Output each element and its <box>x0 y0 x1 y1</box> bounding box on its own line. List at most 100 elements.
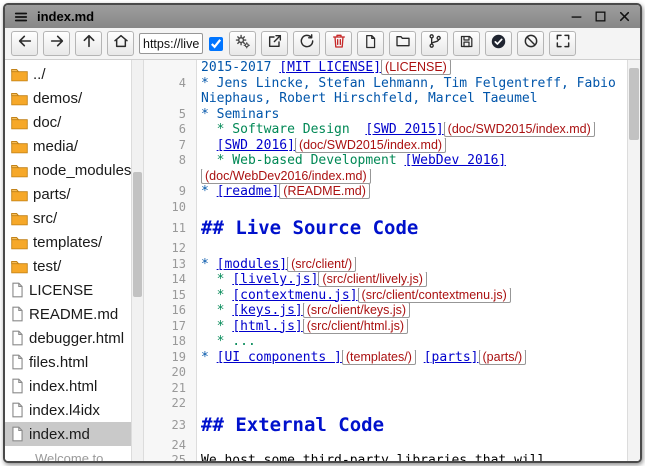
editor-line-9[interactable]: 9* [readme](README.md) <box>144 184 627 200</box>
line-number: 7 <box>144 138 196 154</box>
editor-line-23[interactable]: 23## External Code <box>144 412 627 438</box>
home-button[interactable] <box>107 31 134 56</box>
menu-icon[interactable] <box>14 10 28 24</box>
accept-button[interactable] <box>485 31 512 56</box>
sidebar-item-test[interactable]: test/ <box>5 254 131 278</box>
markdown-link[interactable]: [keys.js] <box>232 303 302 318</box>
editor-line-wrap[interactable]: (doc/WebDev2016/index.md) <box>144 169 627 185</box>
folder-icon <box>11 187 28 202</box>
close-button[interactable] <box>618 10 631 23</box>
markdown-link[interactable]: [parts] <box>424 350 479 365</box>
markdown-link[interactable]: [SWD 2016] <box>217 138 295 153</box>
editor-line-6[interactable]: 6 * Software Design [SWD 2015](doc/SWD20… <box>144 122 627 138</box>
code-text <box>196 381 201 397</box>
sidebar-item-debugger-html[interactable]: debugger.html <box>5 326 131 350</box>
sidebar-item-readme-md[interactable]: README.md <box>5 302 131 326</box>
markdown-link[interactable]: [contextmenu.js] <box>232 288 357 303</box>
editor-line-7[interactable]: 7 [SWD 2016](doc/SWD2015/index.md) <box>144 138 627 154</box>
editor-line-22[interactable]: 22 <box>144 396 627 412</box>
sidebar-scrollbar[interactable] <box>131 60 144 461</box>
editor-line-19[interactable]: 19* [UI components ](templates/) [parts]… <box>144 350 627 366</box>
sidebar-item-parts[interactable]: parts/ <box>5 182 131 206</box>
editor-line-wrap[interactable]: 2015-2017 [MIT LICENSE](LICENSE) <box>144 60 627 76</box>
open-external-button[interactable] <box>261 31 288 56</box>
code-segment: (doc/SWD2015/index.md) <box>295 138 446 153</box>
maximize-button[interactable] <box>594 10 607 23</box>
folder-icon <box>11 163 28 178</box>
editor-line-18[interactable]: 18 * ... <box>144 334 627 350</box>
editor-line-21[interactable]: 21 <box>144 381 627 397</box>
markdown-link[interactable]: [lively.js] <box>232 272 318 287</box>
file-label: parts/ <box>33 186 71 203</box>
sidebar-item-doc[interactable]: doc/ <box>5 110 131 134</box>
editor-line-24[interactable]: 24 <box>144 438 627 454</box>
line-number: 18 <box>144 334 196 350</box>
minimize-button[interactable] <box>570 10 583 23</box>
cancel-button[interactable] <box>517 31 544 56</box>
save-button[interactable] <box>453 31 480 56</box>
refresh-button[interactable] <box>293 31 320 56</box>
markdown-link[interactable]: [modules] <box>217 257 287 272</box>
line-number: 24 <box>144 438 196 454</box>
sidebar-item-node-modules[interactable]: node_modules/ <box>5 158 131 182</box>
sidebar-item-index-html[interactable]: index.html <box>5 374 131 398</box>
editor-line-14[interactable]: 14 * [lively.js](src/client/lively.js) <box>144 272 627 288</box>
code-text: * Jens Lincke, Stefan Lehmann, Tim Felge… <box>196 76 616 92</box>
code-text <box>196 241 201 257</box>
editor-line-11[interactable]: 11## Live Source Code <box>144 215 627 241</box>
editor-line-20[interactable]: 20 <box>144 365 627 381</box>
new-file-button[interactable] <box>357 31 384 56</box>
editor-line-8[interactable]: 8 * Web-based Development [WebDev 2016] <box>144 153 627 169</box>
markdown-link[interactable]: [MIT LICENSE] <box>279 60 381 75</box>
line-number: 12 <box>144 241 196 257</box>
code-segment: * Web-based Development <box>201 153 405 168</box>
editor-content[interactable]: 2015-2017 [MIT LICENSE](LICENSE)4* Jens … <box>144 60 627 461</box>
editor-line-16[interactable]: 16 * [keys.js](src/client/keys.js) <box>144 303 627 319</box>
back-button[interactable] <box>11 31 38 56</box>
editor-line-15[interactable]: 15 * [contextmenu.js](src/client/context… <box>144 288 627 304</box>
window-title: index.md <box>37 9 94 24</box>
editor-line-5[interactable]: 5* Seminars <box>144 107 627 123</box>
sidebar-item-index-l4idx[interactable]: index.l4idx <box>5 398 131 422</box>
sidebar-item-[interactable]: ../ <box>5 62 131 86</box>
sidebar-item-license[interactable]: LICENSE <box>5 278 131 302</box>
editor-scrollbar[interactable] <box>627 60 640 461</box>
fullscreen-button[interactable] <box>549 31 576 56</box>
editor-line-17[interactable]: 17 * [html.js](src/client/html.js) <box>144 319 627 335</box>
markdown-link[interactable]: [html.js] <box>232 319 302 334</box>
sidebar-scrollbar-thumb[interactable] <box>133 172 142 296</box>
markdown-link[interactable]: [WebDev 2016] <box>405 153 507 168</box>
markdown-link[interactable]: [UI components ] <box>217 350 342 365</box>
sidebar-item-src[interactable]: src/ <box>5 206 131 230</box>
sidebar-item-media[interactable]: media/ <box>5 134 131 158</box>
markdown-link[interactable]: [readme] <box>217 184 280 199</box>
forward-button[interactable] <box>43 31 70 56</box>
titlebar[interactable]: index.md <box>5 5 640 28</box>
code-text <box>196 438 201 454</box>
code-text <box>196 200 201 216</box>
live-checkbox[interactable] <box>209 37 223 51</box>
editor-scrollbar-thumb[interactable] <box>629 68 639 140</box>
sidebar-item-index-md[interactable]: index.md <box>5 422 131 446</box>
editor-line-4[interactable]: 4* Jens Lincke, Stefan Lehmann, Tim Felg… <box>144 76 627 92</box>
delete-button[interactable] <box>325 31 352 56</box>
editor-line-10[interactable]: 10 <box>144 200 627 216</box>
line-number: 13 <box>144 257 196 273</box>
editor-line-wrap[interactable]: Niephaus, Robert Hirschfeld, Marcel Taeu… <box>144 91 627 107</box>
url-input[interactable] <box>139 33 203 54</box>
sidebar-item-templates[interactable]: templates/ <box>5 230 131 254</box>
sidebar-item-demos[interactable]: demos/ <box>5 86 131 110</box>
settings-button[interactable] <box>229 31 256 56</box>
new-folder-button[interactable] <box>389 31 416 56</box>
up-button[interactable] <box>75 31 102 56</box>
sidebar-item-files-html[interactable]: files.html <box>5 350 131 374</box>
markdown-editor[interactable]: 2015-2017 [MIT LICENSE](LICENSE)4* Jens … <box>144 60 640 461</box>
editor-line-25[interactable]: 25We host some third-party libraries tha… <box>144 453 627 461</box>
versions-button[interactable] <box>421 31 448 56</box>
file-icon <box>11 354 24 370</box>
markdown-link[interactable]: [SWD 2015] <box>365 122 443 137</box>
file-label: src/ <box>33 210 57 227</box>
line-number: 17 <box>144 319 196 335</box>
editor-line-12[interactable]: 12 <box>144 241 627 257</box>
editor-line-13[interactable]: 13* [modules](src/client/) <box>144 257 627 273</box>
